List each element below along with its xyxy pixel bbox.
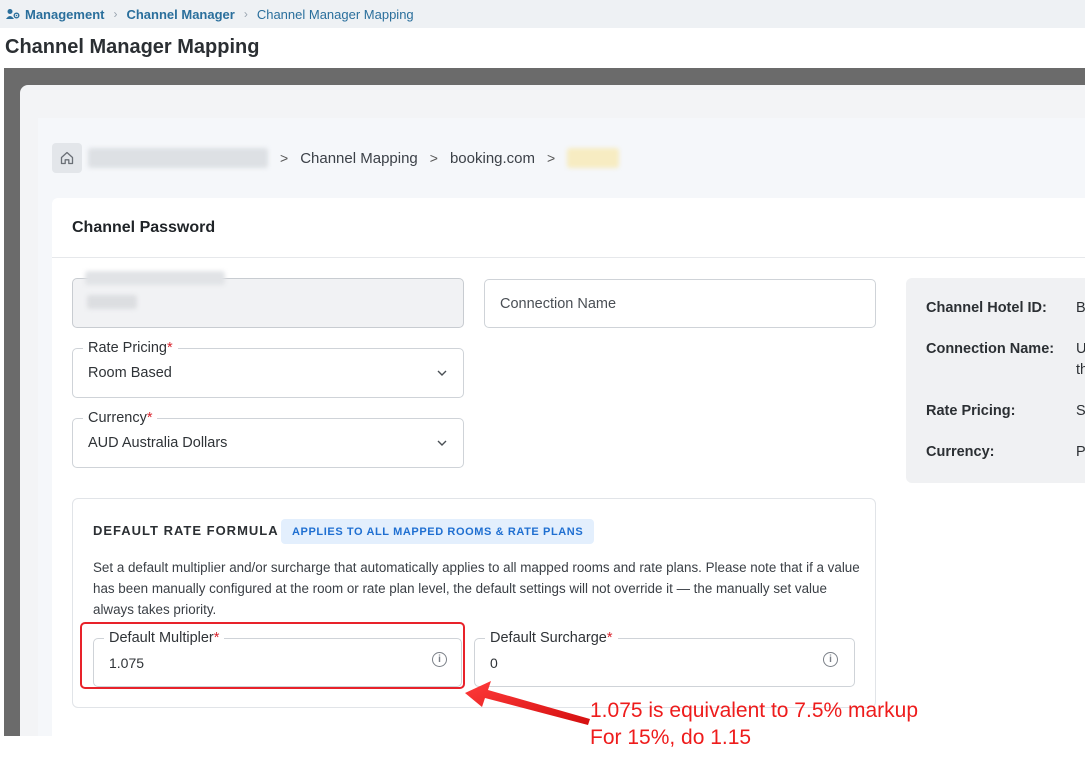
summary-value-hotel-id: B: [1076, 300, 1085, 316]
summary-label-connection-name: Connection Name:: [926, 341, 1055, 357]
formula-title: DEFAULT RATE FORMULA: [93, 523, 279, 538]
top-breadcrumb: Management › Channel Manager › Channel M…: [0, 0, 1085, 28]
required-marker: *: [166, 340, 173, 356]
default-surcharge-value: 0: [490, 655, 498, 671]
summary-value-connection-name-line2: th: [1076, 362, 1085, 378]
annotation-note-line2: For 15%, do 1.15: [590, 726, 752, 749]
redacted-hotel-name: [88, 148, 268, 168]
chevron-right-icon: >: [547, 150, 556, 166]
connection-name-input[interactable]: Connection Name: [484, 279, 876, 328]
rate-pricing-label: Rate Pricing*: [83, 340, 178, 356]
currency-label: Currency*: [83, 410, 158, 426]
redacted-label: [85, 271, 225, 285]
summary-value-connection-name: U: [1076, 341, 1085, 357]
annotation-arrow-icon: [465, 681, 590, 725]
currency-label-text: Currency: [88, 410, 147, 426]
chevron-right-icon: ›: [113, 7, 118, 21]
connection-name-placeholder: Connection Name: [500, 296, 617, 312]
rate-pricing-value: Room Based: [88, 365, 172, 381]
summary-value-currency: P: [1076, 444, 1085, 460]
redacted-value: [87, 295, 137, 309]
home-icon: [60, 151, 74, 165]
breadcrumb-channel-mapping[interactable]: Channel Mapping: [300, 150, 418, 167]
annotation-highlight-box: [80, 622, 465, 689]
management-icon: [6, 8, 20, 20]
summary-label-rate-pricing: Rate Pricing:: [926, 403, 1016, 419]
summary-value-rate-pricing: S: [1076, 403, 1085, 419]
card-title: Channel Password: [72, 219, 216, 236]
required-marker: *: [606, 630, 613, 646]
applies-to-all-badge: APPLIES TO ALL MAPPED ROOMS & RATE PLANS: [281, 519, 595, 544]
breadcrumb-channel-manager[interactable]: Channel Manager: [126, 7, 234, 22]
chevron-right-icon: >: [429, 150, 438, 166]
default-surcharge-label: Default Surcharge*: [485, 630, 618, 646]
formula-description: Set a default multiplier and/or surcharg…: [93, 560, 860, 617]
annotation-note-line1: 1.075 is equivalent to 7.5% markup: [590, 699, 919, 722]
redacted-field[interactable]: [72, 271, 464, 328]
rate-pricing-select[interactable]: Rate Pricing* Room Based: [72, 340, 464, 398]
chevron-right-icon: >: [280, 150, 289, 166]
currency-value: AUD Australia Dollars: [88, 435, 228, 451]
chevron-right-icon: ›: [243, 7, 248, 21]
breadcrumb-management[interactable]: Management: [25, 7, 104, 22]
home-button[interactable]: [52, 143, 82, 173]
summary-label-currency: Currency:: [926, 444, 995, 460]
inner-breadcrumb: > Channel Mapping > booking.com >: [52, 143, 620, 173]
breadcrumb-channel-manager-mapping: Channel Manager Mapping: [256, 6, 414, 22]
currency-select[interactable]: Currency* AUD Australia Dollars: [72, 410, 464, 468]
chevron-down-icon: [437, 440, 447, 446]
default-surcharge-label-text: Default Surcharge: [490, 630, 607, 646]
summary-label-hotel-id: Channel Hotel ID:: [926, 300, 1047, 316]
breadcrumb-booking-com[interactable]: booking.com: [450, 150, 535, 167]
chevron-down-icon: [437, 370, 447, 376]
required-marker: *: [146, 410, 153, 426]
redacted-mapping-name: [567, 148, 620, 168]
info-icon[interactable]: i: [823, 652, 838, 667]
rate-pricing-label-text: Rate Pricing: [88, 340, 167, 356]
page-title: Channel Manager Mapping: [5, 36, 260, 58]
